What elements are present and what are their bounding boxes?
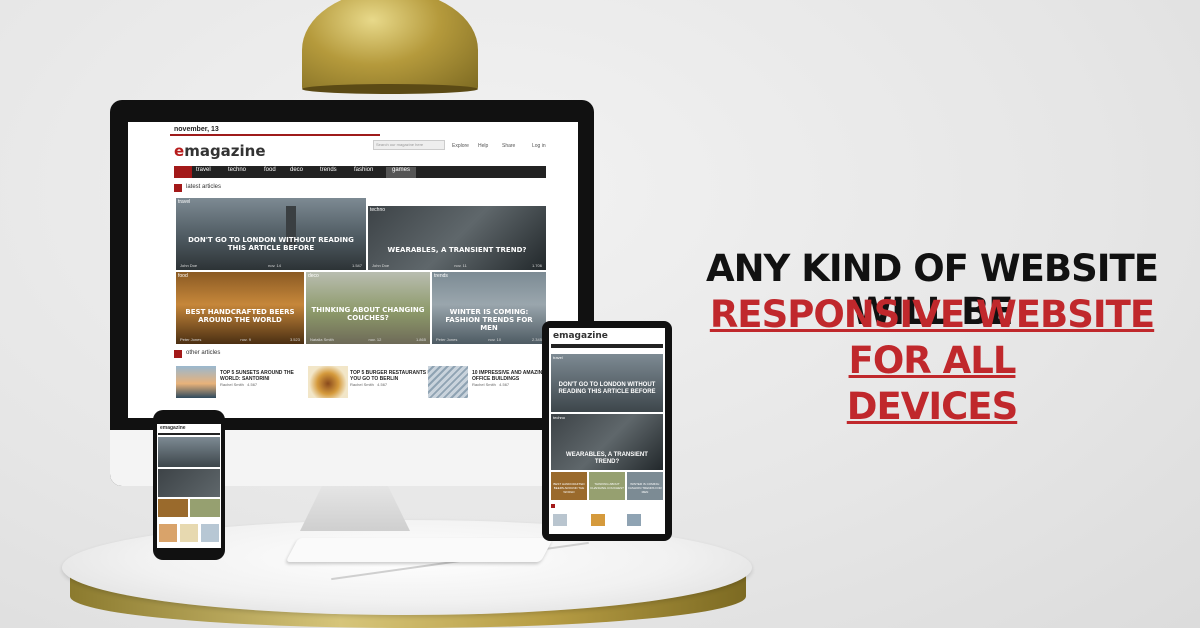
tile-title: WEARABLES, A TRANSIENT TREND? [387,246,527,254]
other-meta: Rachel Smith 4.567 [472,382,510,387]
tile-meta: Peter Jones nov. 10 2.345 [436,337,542,342]
article-thumb[interactable] [627,514,641,526]
phone-menu [158,433,220,435]
phone-screen: emagazine [157,424,221,548]
tablet-small-title: WINTER IS COMING: FASHION TRENDS FOR MEN [628,482,662,494]
article-tile[interactable]: deco THINKING ABOUT CHANGING COUCHES? Na… [306,272,430,344]
menu-fashion[interactable]: fashion [354,167,373,173]
tablet-screen: emagazine travel DON'T GO TO LONDON WITH… [549,328,665,534]
nav-share[interactable]: Share [502,143,515,149]
menu-techno[interactable]: techno [228,167,246,173]
tablet-small-title: THINKING ABOUT CHANGING COUCHES? [590,482,624,490]
phone-logo[interactable]: emagazine [160,425,186,431]
article-tile[interactable]: techno WEARABLES, A TRANSIENT TREND? Joh… [368,206,546,270]
tablet-small-tile[interactable]: WINTER IS COMING: FASHION TRENDS FOR MEN [627,472,663,500]
desktop-screen: november, 13 Search our magazine here Ex… [128,122,578,418]
phone-tile[interactable] [158,437,220,467]
other-title: TOP 5 SUNSETS AROUND THE WORLD: SANTORIN… [220,370,294,382]
headline-line2a: RESPONSIVE WEBSITE FOR ALL [709,293,1155,382]
phone-tile[interactable] [190,499,220,517]
other-article[interactable]: 10 IMPRESSIVE AND AMAZING OFFICE BUILDIN… [472,370,552,387]
tablet-small-tile[interactable]: BEST HANDCRAFTED BEERS AROUND THE WORLD [551,472,587,500]
phone-tile[interactable] [158,469,220,497]
phone-tile[interactable] [158,499,188,517]
tablet-tile[interactable]: travel DON'T GO TO LONDON WITHOUT READIN… [551,354,663,412]
keyboard [285,538,554,562]
tile-title: WINTER IS COMING: FASHION TRENDS FOR MEN [445,308,533,332]
tile-meta: Natalia Smith nov. 12 1.865 [310,337,426,342]
pendant-lamp [302,0,478,90]
tile-category: travel [178,199,191,205]
tablet-menu [551,344,663,348]
menu-games[interactable]: games [386,167,417,178]
headline-line2b: DEVICES [846,385,1018,428]
menu-travel[interactable]: travel [196,167,211,173]
tile-category: trends [434,273,448,279]
article-thumb[interactable] [176,366,216,398]
menu-food[interactable]: food [264,167,276,173]
menu-trends[interactable]: trends [320,167,337,173]
section-marker [551,504,555,508]
tile-category: techno [370,207,386,213]
article-thumb[interactable] [308,366,348,398]
tablet-tile-title: DON'T GO TO LONDON WITHOUT READING THIS … [558,382,656,395]
tile-category: deco [308,273,319,279]
site-menu: travel techno food deco trends fashion g… [174,166,546,178]
article-tile[interactable]: travel DON'T GO TO LONDON WITHOUT READIN… [176,198,366,270]
article-thumb[interactable] [159,524,177,542]
site-logo[interactable]: emagazine [174,142,266,160]
site-date: november, 13 [174,126,219,133]
nav-help[interactable]: Help [478,143,488,149]
tablet-small-title: BEST HANDCRAFTED BEERS AROUND THE WORLD [553,482,585,494]
tile-title: THINKING ABOUT CHANGING COUCHES? [311,306,425,322]
menu-deco[interactable]: deco [290,167,303,173]
menu-accent [174,166,192,178]
tile-meta: Peter Jones nov. 9 3.523 [180,337,300,342]
article-thumb[interactable] [553,514,567,526]
other-title: TOP 5 BURGER RESTAURANTS IF YOU GO TO BE… [350,370,432,382]
tile-title: DON'T GO TO LONDON WITHOUT READING THIS … [188,236,354,252]
tablet-small-tile[interactable]: THINKING ABOUT CHANGING COUCHES? [589,472,625,500]
tablet-tile-cat: travel [553,355,563,360]
tablet-tile[interactable]: techno WEARABLES, A TRANSIENT TREND? [551,414,663,470]
other-meta: Rachel Smith 4.567 [220,382,258,387]
other-meta: Rachel Smith 4.567 [350,382,388,387]
tablet-tile-cat: techno [553,415,566,420]
lamp-rim [302,84,478,94]
logo-e: e [174,142,185,160]
article-tile[interactable]: trends WINTER IS COMING: FASHION TRENDS … [432,272,546,344]
tile-meta: John Doe nov. 14 1.547 [180,263,362,268]
section-marker [174,184,182,192]
article-thumb[interactable] [591,514,605,526]
other-title: 10 IMPRESSIVE AND AMAZING OFFICE BUILDIN… [472,370,547,382]
nav-explore[interactable]: Explore [452,143,469,149]
tile-category: food [178,273,188,279]
tablet-tile-title: WEARABLES, A TRANSIENT TREND? [566,452,648,465]
article-thumb[interactable] [180,524,198,542]
section-marker [174,350,182,358]
tile-meta: John Doe nov. 11 1.706 [372,263,542,268]
headline-line2: RESPONSIVE WEBSITE FOR ALL DEVICES [664,292,1200,430]
tile-title: BEST HANDCRAFTED BEERS AROUND THE WORLD [185,308,295,324]
latest-heading: latest articles [186,184,222,190]
article-tile[interactable]: food BEST HANDCRAFTED BEERS AROUND THE W… [176,272,304,344]
monitor-stand [300,486,410,531]
article-thumb[interactable] [428,366,468,398]
other-heading: other articles [186,350,221,356]
other-article[interactable]: TOP 5 SUNSETS AROUND THE WORLD: SANTORIN… [220,370,306,387]
nav-login[interactable]: Log in [532,143,546,149]
tablet-logo[interactable]: emagazine [553,331,608,341]
header-rule [170,134,380,136]
other-article[interactable]: TOP 5 BURGER RESTAURANTS IF YOU GO TO BE… [350,370,436,387]
logo-text: magazine [184,142,266,160]
search-input[interactable]: Search our magazine here [373,140,445,150]
article-thumb[interactable] [201,524,219,542]
